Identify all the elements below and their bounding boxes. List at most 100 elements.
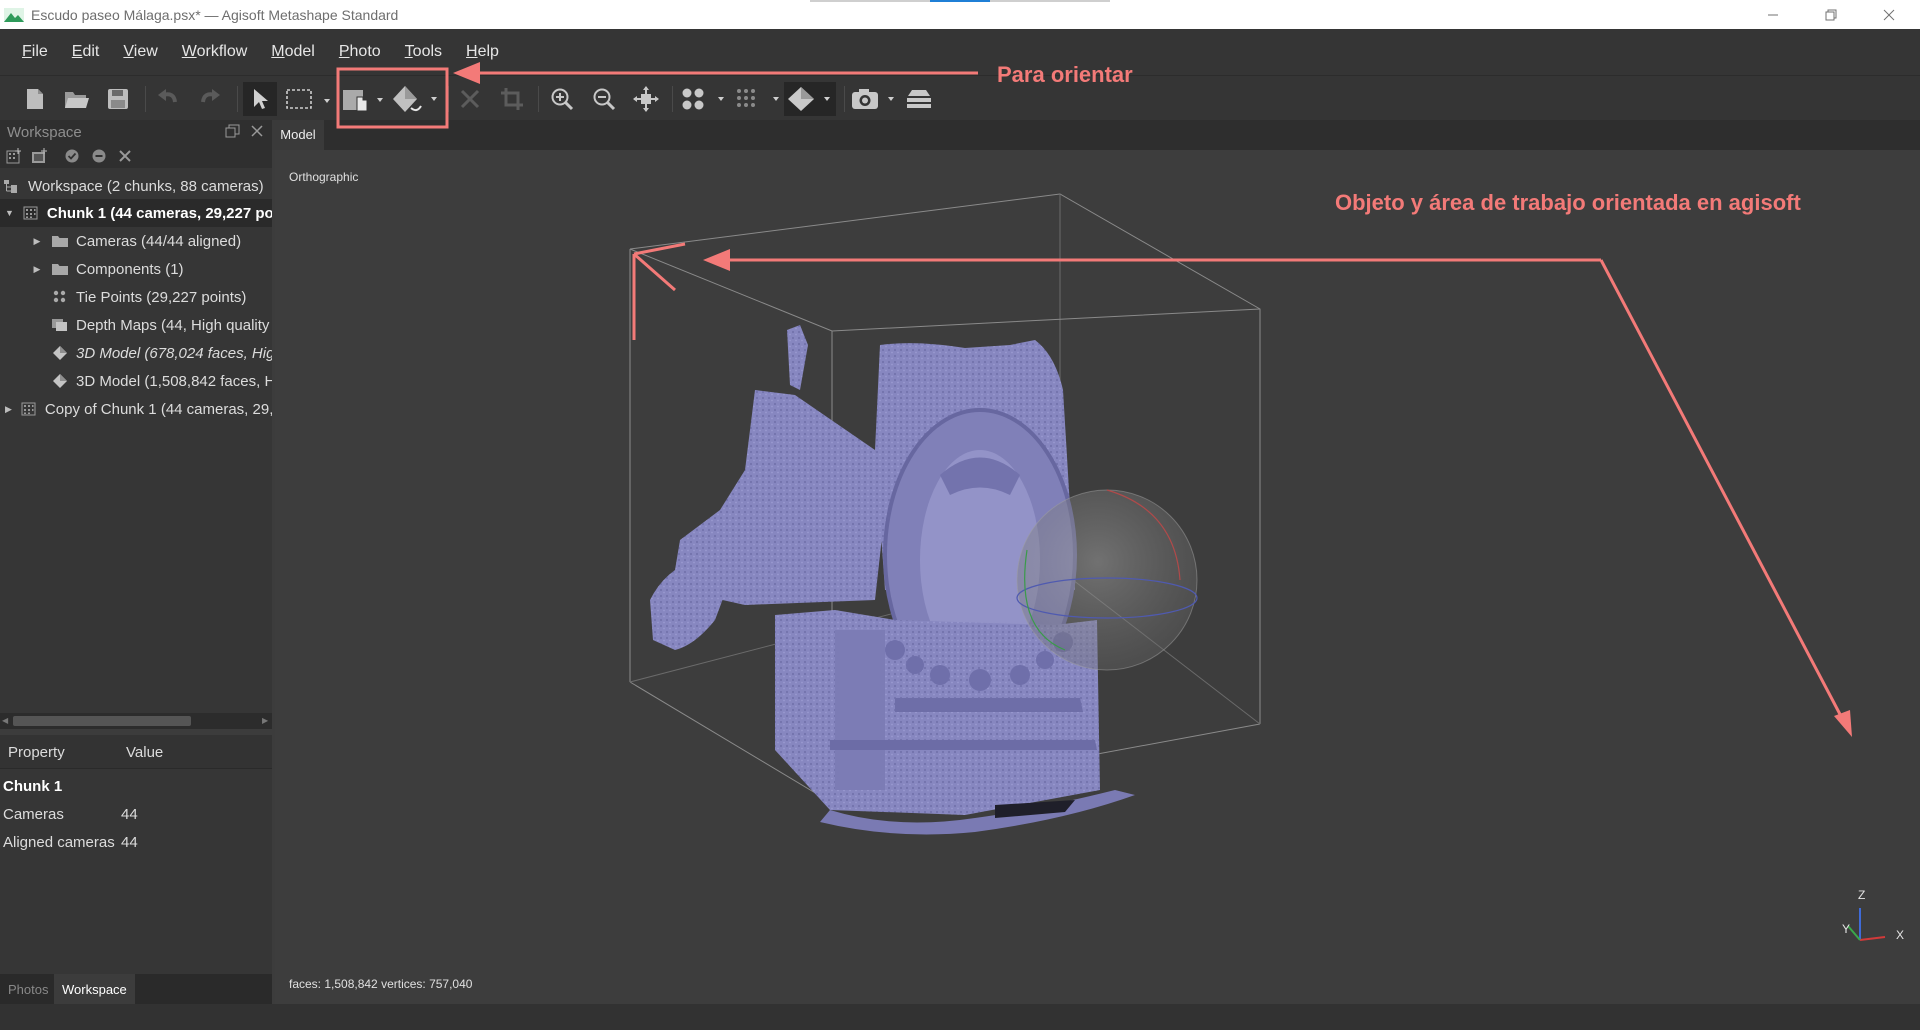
menu-photo-key: P (338, 43, 350, 60)
tree-item-label: Copy of Chunk 1 (44 cameras, 29,227 poin… (44, 400, 272, 418)
rectangle-selection-icon (286, 89, 330, 109)
save-project-button[interactable] (103, 82, 133, 116)
tree-item-depth-maps[interactable]: Depth Maps (44, High quality (0, 311, 272, 339)
minus-circle-icon (92, 149, 106, 163)
axis-y-label: Y (1842, 922, 1851, 936)
property-name: Cameras (3, 805, 64, 823)
menu-help-key: H (466, 43, 478, 60)
toolbar-separator (145, 86, 146, 112)
expand-arrow-icon[interactable]: ▶ (5, 404, 12, 415)
disable-button[interactable] (92, 149, 106, 167)
tree-item-workspace[interactable]: Workspace (2 chunks, 88 cameras) (0, 172, 272, 200)
tree-item-label: 3D Model (1,508,842 faces, H (76, 372, 272, 390)
menu-file-label: ile (31, 43, 48, 60)
open-project-button[interactable] (60, 82, 94, 116)
delete-selection-button[interactable] (455, 82, 485, 116)
new-project-button[interactable] (20, 82, 50, 116)
float-window-icon (225, 124, 240, 138)
close-panel-button[interactable] (250, 124, 264, 142)
menu-workflow-label: orkflow (196, 43, 248, 60)
add-photos-button[interactable] (31, 148, 48, 168)
object-move-tool-button[interactable] (341, 82, 388, 116)
menu-edit[interactable]: Edit (60, 43, 112, 61)
enable-button[interactable] (65, 149, 79, 167)
value-column-header[interactable]: Value (126, 744, 163, 761)
dense-points-icon (737, 89, 779, 107)
menu-view-label: iew (133, 43, 158, 60)
restore-button[interactable] (1802, 0, 1860, 29)
remove-items-button[interactable] (118, 149, 132, 167)
check-circle-icon (65, 149, 79, 163)
projection-label: Orthographic (289, 170, 359, 184)
zoom-out-icon (593, 88, 616, 111)
menu-edit-key: E (71, 43, 83, 60)
tree-item-copy-of-chunk-1[interactable]: ▶ Copy of Chunk 1 (44 cameras, 29,227 po… (0, 395, 272, 423)
menu-photo-label: hoto (349, 43, 381, 60)
tree-item-label: 3D Model (678,024 faces, High (76, 344, 272, 362)
crop-selection-button[interactable] (497, 82, 527, 116)
title-bar: Escudo paseo Málaga.psx* — Agisoft Metas… (0, 0, 1920, 29)
menu-edit-label: dit (82, 43, 100, 60)
undo-button[interactable] (153, 82, 183, 116)
menu-model-key: M (271, 43, 285, 60)
minimize-button[interactable] (1744, 0, 1802, 29)
cursor-arrow-icon (254, 89, 268, 109)
scroll-right-arrow-icon[interactable]: ▶ (262, 716, 268, 725)
annotation-object-oriented: Objeto y área de trabajo orientada en ag… (1335, 190, 1801, 215)
capture-view-button[interactable] (850, 82, 898, 116)
title-tab-active-indicator (930, 0, 990, 2)
float-panel-button[interactable] (225, 124, 240, 142)
redo-button[interactable] (195, 82, 225, 116)
tab-workspace[interactable]: Workspace (54, 974, 135, 1004)
show-cameras-button[interactable] (680, 82, 728, 116)
close-button[interactable] (1860, 0, 1918, 29)
tree-item-tie-points[interactable]: Tie Points (29,227 points) (0, 283, 272, 311)
rotate-object-tool-button[interactable] (391, 82, 440, 116)
model-icon (52, 374, 68, 388)
toolbar-separator (844, 86, 845, 112)
point-cloud-view-button[interactable] (735, 82, 783, 116)
tree-item-3d-model[interactable]: 3D Model (1,508,842 faces, H (0, 367, 272, 395)
tab-model[interactable]: Model (272, 120, 324, 150)
menu-model-label: odel (284, 43, 315, 60)
menu-model[interactable]: Model (259, 43, 327, 61)
workspace-horizontal-scrollbar[interactable]: ◀ ▶ (0, 713, 272, 729)
navigation-tool-button[interactable] (243, 82, 277, 116)
scanned-model-mesh[interactable] (650, 325, 1198, 835)
menu-tools[interactable]: Tools (393, 43, 454, 61)
tree-item-3d-model-high[interactable]: 3D Model (678,024 faces, High (0, 339, 272, 367)
menu-view[interactable]: View (111, 43, 169, 61)
menu-help[interactable]: Help (454, 43, 511, 61)
expand-arrow-icon[interactable]: ▶ (30, 236, 44, 247)
scrollbar-thumb[interactable] (13, 716, 191, 726)
collapse-arrow-icon[interactable]: ▼ (5, 208, 14, 218)
model-viewport[interactable]: Orthographic faces: 1,508,842 vertices: … (275, 150, 1920, 1004)
zoom-out-button[interactable] (588, 82, 620, 116)
model-view-button[interactable] (784, 82, 836, 116)
add-chunk-button[interactable] (6, 148, 22, 168)
add-chunk-icon (6, 148, 21, 164)
property-column-header[interactable]: Property (8, 744, 65, 761)
remove-x-icon (119, 150, 131, 162)
scroll-left-arrow-icon[interactable]: ◀ (2, 716, 8, 725)
tree-item-components[interactable]: ▶ Components (1) (0, 255, 272, 283)
show-layers-button[interactable] (902, 82, 936, 116)
tab-photos[interactable]: Photos (0, 974, 56, 1004)
selection-tool-button[interactable] (284, 82, 332, 116)
property-name: Aligned cameras (3, 833, 115, 851)
zoom-in-button[interactable] (546, 82, 578, 116)
tree-item-chunk-1[interactable]: ▼ Chunk 1 (44 cameras, 29,227 points) (0, 199, 272, 227)
property-row-cameras[interactable]: Cameras 44 (3, 801, 268, 827)
menu-photo[interactable]: Photo (327, 43, 393, 61)
menu-workflow[interactable]: Workflow (170, 43, 260, 61)
tree-item-cameras[interactable]: ▶ Cameras (44/44 aligned) (0, 227, 272, 255)
expand-arrow-icon[interactable]: ▶ (30, 264, 44, 275)
delete-x-icon (460, 89, 480, 109)
property-row-aligned-cameras[interactable]: Aligned cameras 44 (3, 829, 268, 855)
model-3d-scene[interactable] (275, 150, 1920, 1004)
reset-view-button[interactable] (630, 82, 662, 116)
menu-file[interactable]: File (10, 43, 60, 61)
workspace-icon (4, 179, 20, 193)
metashape-app-icon (4, 7, 24, 23)
menu-file-key: F (22, 43, 32, 60)
